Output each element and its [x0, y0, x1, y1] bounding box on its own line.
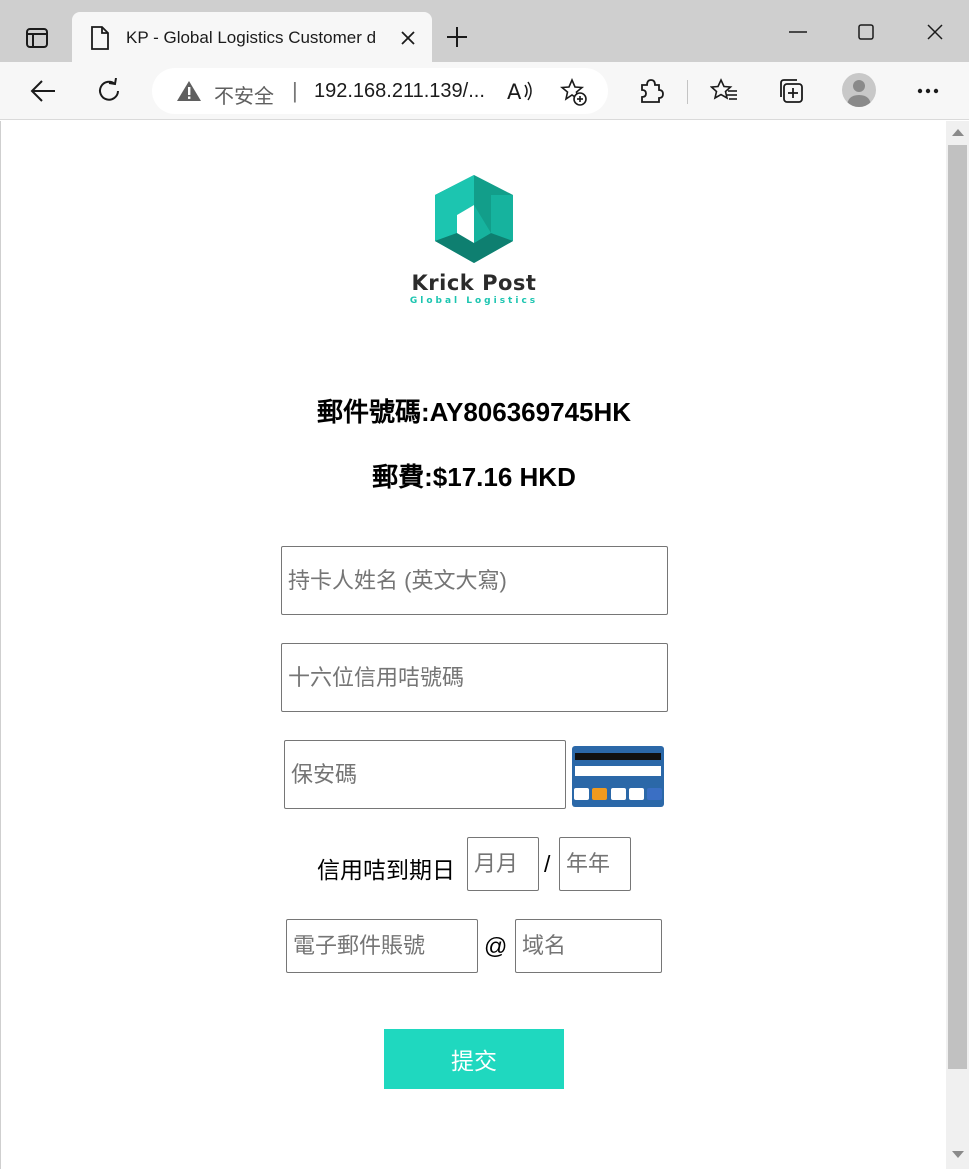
refresh-icon — [99, 78, 119, 101]
star-add-icon — [559, 77, 587, 106]
extensions-button[interactable] — [630, 70, 672, 112]
maximize-window-button[interactable] — [843, 12, 889, 52]
expiry-slash: / — [544, 851, 551, 877]
cvv-input[interactable] — [284, 740, 566, 809]
discover-logo-icon — [610, 788, 626, 800]
expiry-year-input[interactable] — [559, 837, 631, 891]
favorites-button[interactable] — [703, 70, 745, 112]
scroll-down-arrow-icon[interactable] — [952, 1151, 964, 1158]
page-viewport: Krick Post Global Logistics 郵件號碼:AY80636… — [0, 121, 946, 1169]
expiry-label: 信用咭到期日 — [317, 857, 455, 883]
settings-menu-button[interactable] — [907, 70, 949, 112]
card-signature-strip — [575, 766, 661, 776]
svg-text:A: A — [507, 80, 522, 104]
cvv-card-image — [572, 746, 664, 807]
card-number-input[interactable] — [281, 643, 668, 712]
read-aloud-icon: A — [507, 80, 532, 104]
tab-actions-icon — [26, 28, 48, 48]
back-arrow-icon — [30, 80, 55, 102]
puzzle-icon — [641, 79, 664, 103]
minimize-icon — [789, 31, 807, 33]
toolbar-divider — [687, 80, 688, 104]
browser-tab-active[interactable]: KP - Global Logistics Customer d — [72, 12, 432, 64]
back-button[interactable] — [22, 70, 64, 112]
postage-heading: 郵費:$17.16 HKD — [372, 462, 576, 492]
expiry-month-input[interactable] — [467, 837, 539, 891]
close-window-button[interactable] — [912, 12, 958, 52]
card-brand-logos — [574, 788, 662, 802]
favorites-list-icon — [710, 78, 737, 100]
brand-tagline: Global Logistics — [409, 296, 539, 306]
document-icon — [91, 26, 109, 50]
person-icon — [847, 80, 871, 107]
diners-logo-icon — [628, 788, 644, 800]
jcb-logo-icon — [647, 788, 662, 800]
tracking-number-heading: 郵件號碼:AY806369745HK — [316, 397, 632, 427]
mastercard-logo-icon — [592, 788, 608, 800]
submit-button[interactable]: 提交 — [384, 1029, 564, 1089]
browser-title-bar: KP - Global Logistics Customer d — [0, 0, 969, 64]
brand-name: Krick Post — [411, 271, 537, 295]
collections-icon — [780, 79, 803, 103]
minimize-window-button[interactable] — [775, 12, 821, 52]
close-icon — [401, 31, 415, 45]
security-status-label[interactable]: 不安全 — [214, 80, 274, 109]
cardholder-name-input[interactable] — [281, 546, 668, 615]
email-username-input[interactable] — [286, 919, 478, 973]
scroll-up-arrow-icon[interactable] — [952, 129, 964, 136]
plus-icon — [447, 27, 467, 47]
close-window-icon — [927, 24, 943, 40]
maximize-icon — [858, 24, 874, 40]
url-text[interactable]: 192.168.211.139/... — [314, 80, 485, 103]
read-aloud-button[interactable]: A — [506, 78, 534, 109]
close-tab-button[interactable] — [396, 26, 420, 50]
browser-toolbar: 不安全 | 192.168.211.139/... A — [0, 62, 969, 120]
tab-title: KP - Global Logistics Customer d — [126, 28, 377, 47]
new-tab-button[interactable] — [440, 20, 474, 54]
warning-icon — [177, 81, 201, 101]
refresh-button[interactable] — [88, 70, 130, 112]
collections-button[interactable] — [770, 70, 812, 112]
more-dots-icon — [917, 88, 939, 94]
email-domain-input[interactable] — [515, 919, 662, 973]
profile-avatar[interactable] — [842, 73, 876, 107]
scrollbar-thumb[interactable] — [948, 145, 967, 1069]
add-favorite-button[interactable] — [559, 77, 588, 111]
email-at-sign: @ — [484, 933, 508, 959]
address-bar[interactable]: 不安全 | 192.168.211.139/... A — [152, 68, 608, 114]
address-separator: | — [292, 78, 298, 103]
visa-logo-icon — [574, 788, 589, 800]
card-magstripe — [575, 753, 661, 760]
tab-actions-button[interactable] — [14, 18, 60, 58]
vertical-scrollbar[interactable] — [946, 121, 969, 1169]
